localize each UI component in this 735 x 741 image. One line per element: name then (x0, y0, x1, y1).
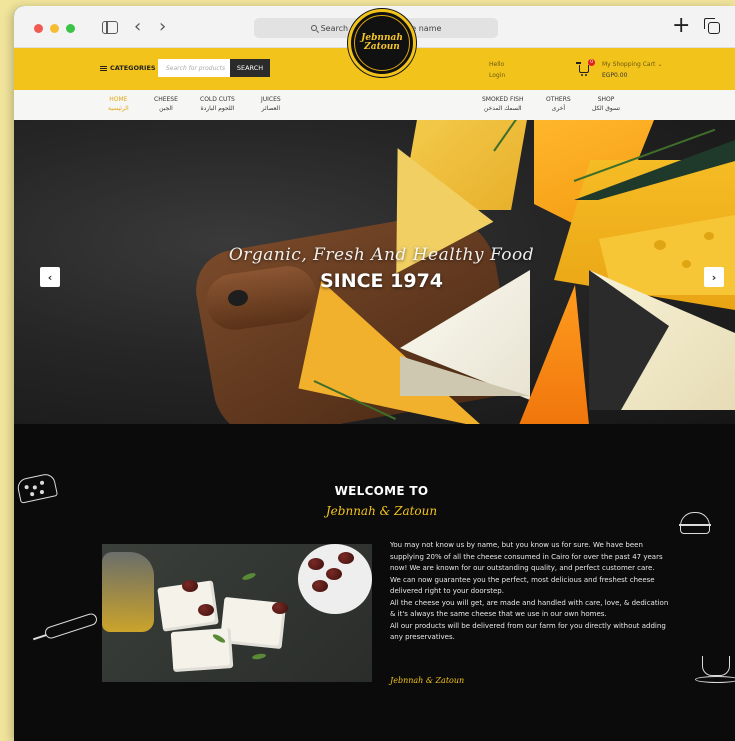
minimize-window-button[interactable] (50, 24, 59, 33)
olive-image (312, 580, 328, 592)
nav-item-cheese[interactable]: CHEESE الجبن (154, 95, 178, 113)
nav-item-others[interactable]: OTHERS أخرى (546, 95, 571, 113)
olive-image (326, 568, 342, 580)
forward-arrow-icon[interactable]: › (159, 16, 166, 37)
slider-prev-button[interactable]: ‹ (40, 267, 60, 287)
nav-item-smoked-fish[interactable]: SMOKED FISH السمك المدخن (482, 95, 524, 113)
zoom-window-button[interactable] (66, 24, 75, 33)
welcome-section: WELCOME TO Jebnnah & Zatoun You may not … (14, 424, 735, 741)
nav-label-en: HOME (109, 96, 128, 103)
hamburger-icon (100, 65, 107, 71)
shopping-cart-icon[interactable] (576, 62, 589, 76)
nav-label-en: SHOP (597, 96, 615, 103)
cart-amount: EGP0.00 (602, 72, 628, 79)
login-link[interactable]: Login (489, 70, 505, 81)
product-search-input[interactable]: Search for products (158, 59, 230, 77)
nav-label-ar: اللحوم الباردة (200, 105, 235, 112)
close-window-button[interactable] (34, 24, 43, 33)
olive-image (198, 604, 214, 616)
olive-image (338, 552, 354, 564)
account-links: Hello Login (489, 59, 505, 81)
site-logo[interactable]: Jebnnah Zatoun (348, 9, 416, 77)
feta-cube-image (170, 627, 234, 673)
nav-label-en: COLD CUTS (200, 96, 235, 103)
welcome-brand: Jebnnah & Zatoun (325, 504, 438, 518)
cart-count-badge: 0 (588, 59, 595, 66)
main-navigation: HOME الرئيسية CHEESE الجبن COLD CUTS الل… (14, 90, 735, 120)
browser-window: ‹ › Search or enter website name + CATEG… (14, 6, 735, 741)
welcome-paragraph: We can now guarantee you the perfect, mo… (390, 575, 655, 596)
logo-ring: Jebnnah Zatoun (354, 15, 410, 71)
herb-leaf-image (251, 652, 267, 661)
welcome-paragraph: You may not know us by name, but you kno… (390, 541, 663, 572)
nav-label-ar: تسوق الكل (592, 105, 621, 112)
tab-overview-icon[interactable] (704, 18, 720, 34)
chevron-right-icon: › (711, 270, 717, 284)
nav-label-ar: الرئيسية (108, 105, 129, 112)
search-icon (310, 25, 317, 31)
nav-item-home[interactable]: HOME الرئيسية (108, 95, 129, 113)
welcome-signature: Jebnnah & Zatoun (390, 676, 465, 685)
logo-line-2: Zatoun (364, 42, 400, 52)
olive-oil-jar-image (102, 552, 154, 632)
nav-label-en: JUICES (261, 96, 281, 103)
back-arrow-icon[interactable]: ‹ (134, 16, 141, 37)
nav-label-ar: الجبن (159, 105, 173, 112)
skewer-doodle-icon (43, 611, 99, 641)
nav-label-en: OTHERS (546, 96, 571, 103)
herb-leaf-image (241, 571, 257, 582)
olive-image (308, 558, 324, 570)
shopping-cart-dropdown[interactable]: My Shopping Cart ⌄ EGP0.00 (602, 59, 662, 81)
cheese-hole (704, 232, 714, 240)
categories-menu-button[interactable]: CATEGORIES (100, 64, 156, 72)
search-placeholder: Search for products (166, 65, 226, 72)
nav-label-ar: السمك المدخن (483, 105, 522, 112)
nav-label-en: CHEESE (154, 96, 178, 103)
welcome-paragraph: All the cheese you will get, are made an… (390, 598, 669, 619)
new-tab-plus-icon[interactable]: + (672, 15, 690, 37)
hero-tagline: Organic, Fresh And Healthy Food (228, 245, 535, 265)
olive-image (272, 602, 288, 614)
nav-label-en: SMOKED FISH (482, 96, 524, 103)
nav-label-ar: أخرى (551, 105, 566, 112)
hello-text: Hello (489, 61, 505, 68)
hero-slider: Organic, Fresh And Healthy Food SINCE 19… (14, 120, 735, 424)
cart-label: My Shopping Cart ⌄ (602, 61, 663, 68)
sidebar-toggle-icon[interactable] (102, 21, 118, 34)
welcome-paragraph: All our products will be delivered from … (390, 621, 666, 642)
nav-item-juices[interactable]: JUICES العصائر (261, 95, 281, 113)
nav-label-ar: العصائر (261, 105, 281, 112)
slider-next-button[interactable]: › (704, 267, 724, 287)
welcome-description: You may not know us by name, but you kno… (390, 540, 672, 644)
feta-olives-photo (102, 544, 372, 682)
welcome-title: WELCOME TO (334, 484, 429, 498)
categories-label: CATEGORIES (110, 64, 156, 72)
nav-item-cold-cuts[interactable]: COLD CUTS اللحوم الباردة (200, 95, 235, 113)
hero-since-heading: SINCE 1974 (319, 270, 444, 292)
search-button[interactable]: SEARCH (230, 59, 270, 77)
chevron-left-icon: ‹ (47, 270, 53, 284)
nav-item-shop[interactable]: SHOP تسوق الكل (592, 95, 620, 113)
coffee-cup-doodle-icon (695, 656, 735, 683)
olive-image (182, 580, 198, 592)
